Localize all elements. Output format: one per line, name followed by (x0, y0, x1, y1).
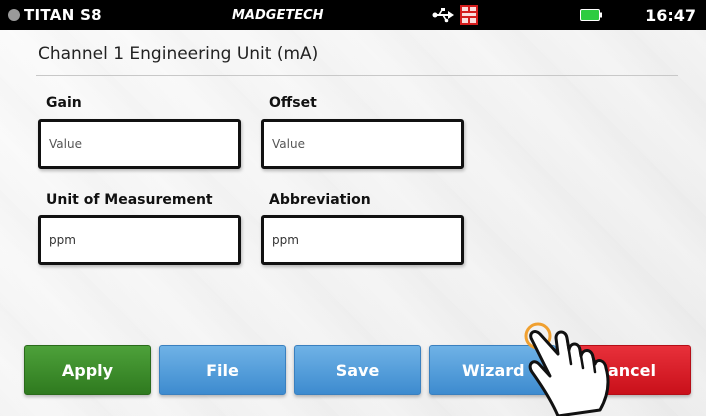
offset-input[interactable] (264, 122, 461, 166)
gain-label: Gain (46, 95, 82, 111)
save-button[interactable]: Save (294, 345, 421, 395)
file-button[interactable]: File (159, 345, 286, 395)
touch-pointer-icon (524, 322, 610, 416)
status-indicator-icon (8, 9, 20, 21)
unit-of-measurement-field[interactable] (38, 215, 241, 265)
clock: 16:47 (645, 6, 696, 25)
gain-field[interactable] (38, 119, 241, 169)
offset-label: Offset (269, 95, 317, 111)
gain-input[interactable] (41, 122, 238, 166)
unit-of-measurement-input[interactable] (41, 218, 238, 262)
unit-of-measurement-label: Unit of Measurement (46, 192, 213, 208)
abbreviation-input[interactable] (264, 218, 461, 262)
page-title: Channel 1 Engineering Unit (mA) (38, 44, 319, 64)
usb-icon (432, 8, 454, 23)
abbreviation-field[interactable] (261, 215, 464, 265)
data-logger-icon (460, 5, 478, 25)
abbreviation-label: Abbreviation (269, 192, 371, 208)
battery-icon (580, 9, 602, 21)
offset-field[interactable] (261, 119, 464, 169)
title-divider (36, 75, 678, 76)
status-bar: TITAN S8 MADGETECH 16:47 (0, 0, 706, 30)
brand-name: MADGETECH (232, 8, 324, 23)
device-name: TITAN S8 (24, 6, 102, 24)
apply-button[interactable]: Apply (24, 345, 151, 395)
